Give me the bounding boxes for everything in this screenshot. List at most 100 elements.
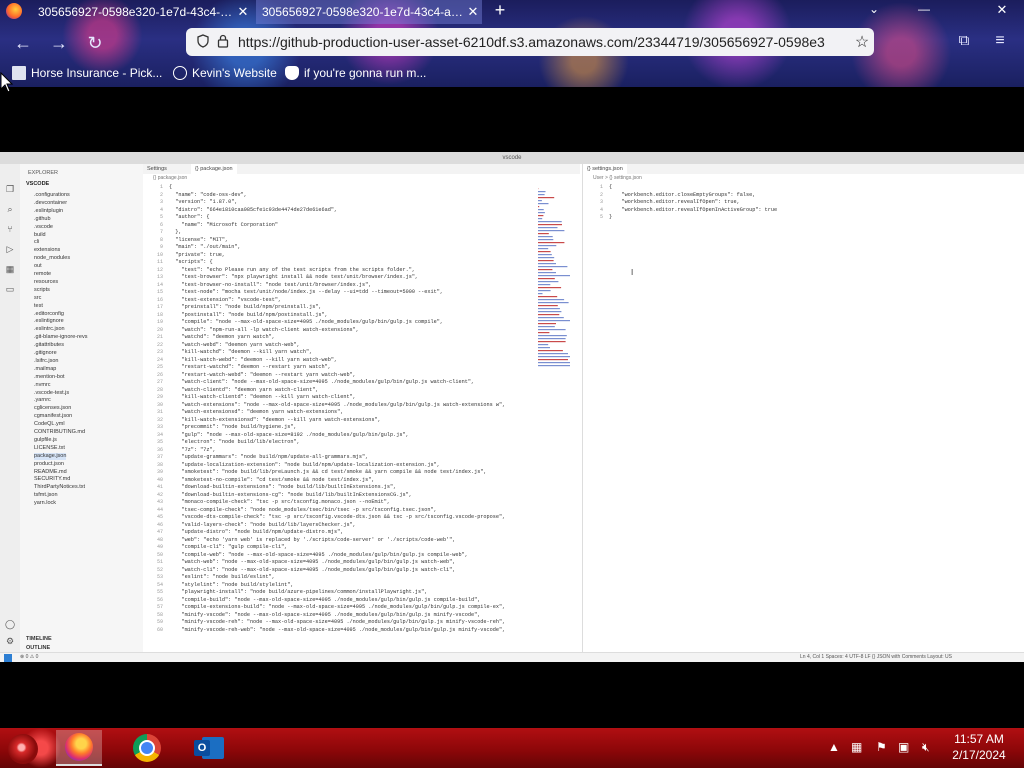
url-text[interactable]: https://github-production-user-asset-621… bbox=[232, 34, 850, 50]
file-tree-item[interactable]: tsfmt.json bbox=[34, 492, 58, 499]
file-tree-item[interactable]: resources bbox=[34, 279, 58, 286]
gear-icon[interactable]: ⚙ bbox=[4, 636, 16, 646]
code-line[interactable]: "compile": "node --max-old-space-size=40… bbox=[169, 319, 443, 326]
code-line[interactable]: }, bbox=[169, 229, 181, 236]
code-line[interactable]: "stylelint": "node build/stylelint", bbox=[169, 582, 293, 589]
code-line[interactable]: { bbox=[169, 184, 172, 191]
code-line[interactable]: "update-grammars": "node build/npm/updat… bbox=[169, 454, 368, 461]
file-tree-item[interactable]: .nvmrc bbox=[34, 382, 51, 389]
file-tree-item[interactable]: .mailmap bbox=[34, 366, 56, 373]
taskbar-clock[interactable]: 11:57 AM 2/17/2024 bbox=[944, 731, 1014, 763]
speaker-muted-icon[interactable]: 🔇︎ bbox=[922, 740, 930, 755]
code-line[interactable]: "minify-vscode-reh": "node --max-old-spa… bbox=[169, 619, 505, 626]
forward-icon[interactable]: → bbox=[48, 32, 70, 54]
source-control-icon[interactable]: ⑂ bbox=[4, 224, 16, 234]
file-tree-item[interactable]: README.md bbox=[34, 469, 67, 476]
code-line[interactable]: "test-browser-no-install": "node test/un… bbox=[169, 282, 371, 289]
root-folder[interactable]: VSCODE bbox=[26, 181, 49, 187]
problems-count[interactable]: ⊗ 0 ⚠ 0 bbox=[20, 654, 38, 660]
code-line[interactable]: "compile-web": "node --max-old-space-siz… bbox=[169, 552, 467, 559]
list-all-tabs-icon[interactable]: ⌄ bbox=[866, 2, 882, 16]
bookmark-item[interactable]: if you're gonna run m... bbox=[285, 64, 426, 82]
file-tree-item[interactable]: CONTRIBUTING.md bbox=[34, 429, 85, 436]
file-tree-item[interactable]: CodeQL.yml bbox=[34, 421, 65, 428]
file-tree-item[interactable]: .mention-bot bbox=[34, 374, 65, 381]
code-line[interactable]: "kill-watch-extensionsd": "deemon --kill… bbox=[169, 417, 380, 424]
window-close-icon[interactable]: ✕ bbox=[994, 2, 1010, 18]
file-tree-item[interactable]: .lsifrc.json bbox=[34, 358, 58, 365]
file-tree-item[interactable]: .gitignore bbox=[34, 350, 57, 357]
file-tree-item[interactable]: SECURITY.md bbox=[34, 476, 70, 483]
minimize-icon[interactable]: — bbox=[916, 2, 932, 16]
account-icon[interactable]: ◯ bbox=[4, 619, 16, 629]
code-line[interactable]: "watch-webd": "deemon yarn watch-web", bbox=[169, 342, 299, 349]
files-icon[interactable]: ❐ bbox=[4, 184, 16, 194]
code-line[interactable]: "kill-watch-clientd": "deemon --kill yar… bbox=[169, 394, 355, 401]
code-line[interactable]: "main": "./out/main", bbox=[169, 244, 240, 251]
code-line[interactable]: "minify-vscode-reh-web": "node --max-old… bbox=[169, 627, 505, 634]
code-line[interactable]: "compile-build": "node --max-old-space-s… bbox=[169, 597, 480, 604]
code-line[interactable]: "kill-watch-webd": "deemon --kill yarn w… bbox=[169, 357, 337, 364]
tab-settings[interactable]: Settings bbox=[143, 164, 171, 174]
code-line[interactable]: "restart-watch-webd": "deemon --restart … bbox=[169, 372, 355, 379]
code-line[interactable]: "watchd": "deemon yarn watch", bbox=[169, 334, 274, 341]
code-line[interactable]: "playwright-install": "node build/azure-… bbox=[169, 589, 427, 596]
code-line[interactable]: "test-extension": "vscode-test", bbox=[169, 297, 281, 304]
file-tree-item[interactable]: cgmanifest.json bbox=[34, 413, 72, 420]
file-tree-item[interactable]: .editorconfig bbox=[34, 311, 64, 318]
file-tree-item[interactable]: .devcontainer bbox=[34, 200, 67, 207]
file-tree-item[interactable]: .yarnrc bbox=[34, 397, 51, 404]
code-line[interactable]: "license": "MIT", bbox=[169, 237, 228, 244]
code-line[interactable]: "scripts": { bbox=[169, 259, 212, 266]
file-tree-item[interactable]: .eslintrc.json bbox=[34, 326, 65, 333]
code-line[interactable]: "monaco-compile-check": "tsc -p src/tsco… bbox=[169, 499, 390, 506]
tab-settings-json[interactable]: {} settings.json bbox=[583, 164, 627, 174]
file-tree-item[interactable]: product.json bbox=[34, 461, 64, 468]
remote-explorer-icon[interactable]: ▭ bbox=[4, 284, 16, 294]
code-line[interactable]: "compile-cli": "gulp compile-cli", bbox=[169, 544, 287, 551]
url-bar[interactable]: https://github-production-user-asset-621… bbox=[186, 28, 874, 56]
outline-section[interactable]: OUTLINE bbox=[26, 645, 50, 651]
lock-icon[interactable] bbox=[214, 34, 232, 51]
file-tree-item[interactable]: scripts bbox=[34, 287, 50, 294]
file-tree-item[interactable]: LICENSE.txt bbox=[34, 445, 65, 452]
shield-icon[interactable] bbox=[192, 33, 214, 51]
close-icon[interactable]: ✕ bbox=[464, 4, 482, 20]
file-tree-item[interactable]: .eslintplugin bbox=[34, 208, 63, 215]
file-tree-item[interactable]: cli bbox=[34, 239, 39, 246]
file-tree-item[interactable]: extensions bbox=[34, 247, 60, 254]
file-tree-item[interactable]: node_modules bbox=[34, 255, 70, 262]
code-line[interactable]: "eslint": "node build/eslint", bbox=[169, 574, 274, 581]
code-line[interactable]: "electron": "node build/lib/electron", bbox=[169, 439, 299, 446]
code-line[interactable]: "watch-extensionsd": "deemon yarn watch-… bbox=[169, 409, 343, 416]
taskbar-firefox[interactable] bbox=[56, 730, 102, 766]
file-tree-item[interactable]: .github bbox=[34, 216, 51, 223]
code-line[interactable]: "watch-extensions": "node --max-old-spac… bbox=[169, 402, 505, 409]
code-line[interactable]: { bbox=[609, 184, 612, 191]
code-line[interactable]: "workbench.editor.revealIfOpenInActiveGr… bbox=[609, 207, 777, 214]
flag-icon[interactable]: ⚑ bbox=[876, 740, 887, 754]
run-debug-icon[interactable]: ▷ bbox=[4, 244, 16, 254]
file-tree-item[interactable]: out bbox=[34, 263, 42, 270]
display-icon[interactable]: ▣ bbox=[898, 740, 909, 754]
code-line[interactable]: "web": "echo 'yarn web' is replaced by '… bbox=[169, 537, 455, 544]
code-line[interactable]: "tsec-compile-check": "node node_modules… bbox=[169, 507, 436, 514]
file-tree-item[interactable]: src bbox=[34, 295, 41, 302]
code-line[interactable]: "smoketest": "node build/lib/preLaunch.j… bbox=[169, 469, 486, 476]
file-tree-item[interactable]: cglicenses.json bbox=[34, 405, 71, 412]
menu-icon[interactable]: ≡ bbox=[990, 32, 1010, 52]
back-icon[interactable]: ← bbox=[12, 32, 34, 54]
code-line[interactable]: "postinstall": "node build/npm/postinsta… bbox=[169, 312, 327, 319]
network-icon[interactable]: ▦ bbox=[851, 740, 862, 754]
tab-package-json[interactable]: {} package.json bbox=[191, 164, 237, 174]
minimap[interactable] bbox=[536, 188, 572, 378]
browser-tab-active[interactable]: 305656927-0598e320-1e7d-43c4-a1c... ✕ bbox=[256, 0, 482, 24]
new-tab-button[interactable]: + bbox=[490, 0, 510, 22]
code-line[interactable]: "test-node": "mocha test/unit/node/index… bbox=[169, 289, 443, 296]
file-tree-item[interactable]: build bbox=[34, 232, 46, 239]
taskbar-chrome[interactable] bbox=[124, 730, 170, 766]
code-line[interactable]: "valid-layers-check": "node build/lib/la… bbox=[169, 522, 355, 529]
code-line[interactable]: "kill-watchd": "deemon --kill yarn watch… bbox=[169, 349, 312, 356]
code-line[interactable]: "test": "echo Please run any of the test… bbox=[169, 267, 415, 274]
code-line[interactable]: "minify-vscode": "node --max-old-space-s… bbox=[169, 612, 480, 619]
